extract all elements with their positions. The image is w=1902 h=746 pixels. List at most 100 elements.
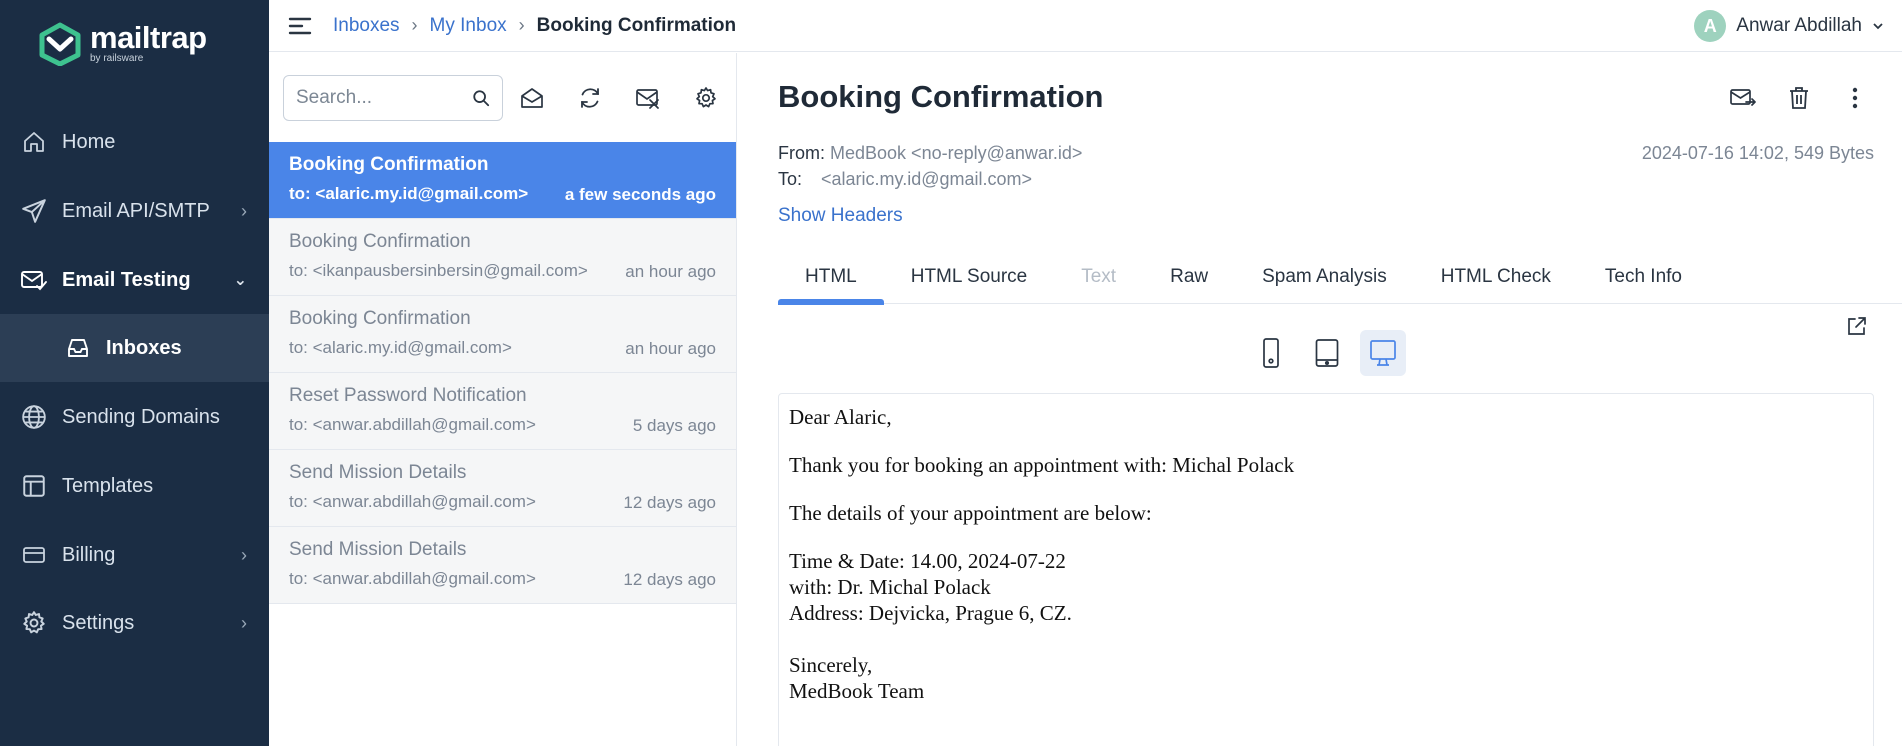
avatar: A [1694, 10, 1727, 42]
sidebar-item-settings[interactable]: Settings › [0, 589, 269, 657]
refresh-icon [581, 87, 599, 108]
message-actions [1730, 85, 1868, 111]
sidebar-item-label: Sending Domains [62, 405, 220, 428]
card-icon [20, 541, 48, 569]
sidebar-item-inboxes[interactable]: Inboxes [0, 314, 269, 382]
sidebar-item-billing[interactable]: Billing › [0, 521, 269, 589]
home-icon [20, 128, 48, 156]
trash-icon[interactable] [1786, 85, 1812, 111]
mailtrap-logo[interactable]: mailtrap by railsware [38, 22, 207, 66]
tab-text[interactable]: Text [1054, 249, 1143, 304]
mail-clear-icon [636, 88, 659, 109]
sidebar-item-label: Home [62, 130, 116, 153]
search-input[interactable] [296, 86, 456, 109]
mailtrap-logo-icon [39, 22, 81, 66]
user-name: Anwar Abdillah [1736, 15, 1862, 36]
top-bar: Inboxes › My Inbox › Booking Confirmatio… [269, 0, 1902, 52]
device-preview-switcher [1248, 330, 1406, 376]
open-external-icon[interactable] [1846, 315, 1868, 337]
sidebar-item-templates[interactable]: Templates [0, 452, 269, 520]
tab-tech-info[interactable]: Tech Info [1578, 249, 1709, 304]
message-time: 12 days ago [623, 493, 716, 512]
mail-open-icon [521, 87, 543, 108]
sidebar-item-email-api[interactable]: Email API/SMTP › [0, 177, 269, 245]
breadcrumb: Inboxes › My Inbox › Booking Confirmatio… [333, 15, 736, 37]
user-menu[interactable]: A Anwar Abdillah [1694, 10, 1884, 42]
mark-read-button[interactable] [503, 75, 561, 121]
tablet-preview-button[interactable] [1304, 330, 1350, 376]
sidebar-item-label: Inboxes [106, 336, 182, 359]
chevron-right-icon: › [241, 544, 247, 565]
message-subject: Reset Password Notification [289, 385, 527, 406]
email-detail-line: with: Dr. Michal Polack [789, 575, 991, 599]
globe-icon [20, 403, 48, 431]
chevron-right-icon: › [241, 200, 247, 221]
show-headers-link[interactable]: Show Headers [778, 205, 903, 227]
message-time: an hour ago [625, 339, 716, 358]
message-list-item[interactable]: Reset Password Notification to: <anwar.a… [269, 373, 736, 450]
sidebar-item-label: Email API/SMTP [62, 199, 210, 222]
tab-raw[interactable]: Raw [1143, 249, 1235, 304]
message-subject: Send Mission Details [289, 539, 467, 560]
message-subject: Booking Confirmation [289, 308, 471, 329]
message-list-pane: Booking Confirmation to: <alaric.my.id@g… [269, 53, 737, 746]
inbox-settings-button[interactable] [677, 75, 735, 121]
message-title: Booking Confirmation [778, 79, 1104, 114]
sidebar: mailtrap by railsware Home Email API/SMT… [0, 0, 269, 746]
sidebar-item-label: Settings [62, 611, 135, 634]
message-list-item[interactable]: Booking Confirmation to: <alaric.my.id@g… [269, 142, 736, 219]
from-label: From: [778, 143, 825, 163]
breadcrumb-my-inbox[interactable]: My Inbox [430, 15, 507, 37]
chevron-down-icon [1873, 23, 1883, 30]
message-subject: Booking Confirmation [289, 154, 489, 175]
sidebar-item-label: Templates [62, 474, 154, 497]
menu-toggle-icon[interactable] [287, 13, 313, 39]
brand-name: mailtrap [90, 20, 207, 55]
gear-icon [696, 86, 716, 107]
forward-icon[interactable] [1730, 85, 1756, 111]
sidebar-item-email-testing[interactable]: Email Testing ⌄ [0, 246, 269, 314]
message-list-item[interactable]: Send Mission Details to: <anwar.abdillah… [269, 450, 736, 527]
sidebar-item-home[interactable]: Home [0, 108, 269, 176]
email-paragraph: The details of your appointment are belo… [789, 501, 1152, 525]
desktop-icon [1370, 340, 1396, 366]
brand-sub: by railsware [90, 53, 144, 64]
more-options-icon[interactable] [1842, 85, 1868, 111]
message-meta: From: MedBook <no-reply@anwar.id> To: <a… [778, 140, 1082, 192]
mobile-preview-button[interactable] [1248, 330, 1294, 376]
tab-html-source[interactable]: HTML Source [884, 249, 1055, 304]
sidebar-item-label: Email Testing [62, 268, 191, 291]
sidebar-item-label: Billing [62, 543, 116, 566]
search-field [283, 74, 503, 121]
to-label: To: [778, 169, 803, 189]
breadcrumb-current: Booking Confirmation [536, 14, 737, 36]
email-detail-line: Address: Dejvicka, Prague 6, CZ. [789, 601, 1072, 625]
mail-check-icon [20, 266, 48, 294]
search-icon[interactable] [472, 89, 490, 107]
message-list-item[interactable]: Booking Confirmation to: <alaric.my.id@g… [269, 296, 736, 373]
from-value: MedBook <no-reply@anwar.id> [830, 143, 1083, 163]
chevron-right-icon: › [241, 612, 247, 633]
tab-spam-analysis[interactable]: Spam Analysis [1235, 249, 1414, 304]
message-time: 5 days ago [632, 416, 716, 435]
tab-html[interactable]: HTML [778, 249, 884, 305]
list-toolbar [269, 53, 736, 142]
message-subject: Booking Confirmation [289, 231, 471, 252]
to-value: <alaric.my.id@gmail.com> [821, 169, 1033, 189]
inbox-icon [64, 334, 92, 362]
breadcrumb-inboxes[interactable]: Inboxes [333, 15, 400, 37]
message-list-item[interactable]: Send Mission Details to: <anwar.abdillah… [269, 527, 736, 604]
message-subject: Send Mission Details [289, 462, 467, 483]
sidebar-item-sending-domains[interactable]: Sending Domains [0, 383, 269, 451]
message-date-size: 2024-07-16 14:02, 549 Bytes [1641, 143, 1874, 163]
clear-inbox-button[interactable] [619, 75, 677, 121]
message-list-item[interactable]: Booking Confirmation to: <ikanpausbersin… [269, 219, 736, 296]
phone-icon [1263, 338, 1279, 368]
tablet-icon [1315, 339, 1339, 367]
breadcrumb-separator: › [411, 15, 418, 35]
refresh-button[interactable] [561, 75, 619, 121]
tab-html-check[interactable]: HTML Check [1414, 249, 1578, 304]
email-detail-line: Time & Date: 14.00, 2024-07-22 [789, 549, 1066, 573]
desktop-preview-button[interactable] [1360, 330, 1406, 376]
email-paragraph: Thank you for booking an appointment wit… [789, 453, 1295, 477]
